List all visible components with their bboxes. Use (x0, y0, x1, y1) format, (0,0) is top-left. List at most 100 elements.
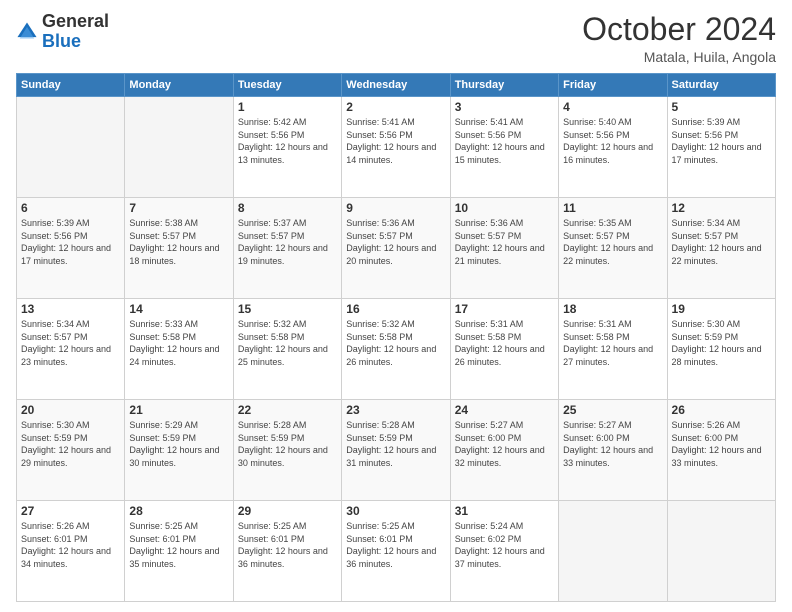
day-number: 6 (21, 201, 120, 215)
table-row (125, 97, 233, 198)
day-info: Sunrise: 5:26 AM Sunset: 6:00 PM Dayligh… (672, 419, 771, 469)
table-row: 6 Sunrise: 5:39 AM Sunset: 5:56 PM Daylig… (17, 198, 125, 299)
day-number: 1 (238, 100, 337, 114)
day-info: Sunrise: 5:26 AM Sunset: 6:01 PM Dayligh… (21, 520, 120, 570)
table-row: 16 Sunrise: 5:32 AM Sunset: 5:58 PM Dayli… (342, 299, 450, 400)
day-info: Sunrise: 5:32 AM Sunset: 5:58 PM Dayligh… (346, 318, 445, 368)
day-info: Sunrise: 5:41 AM Sunset: 5:56 PM Dayligh… (346, 116, 445, 166)
table-row: 8Sunrise: 5:37 AM Sunset: 5:57 PM Daylig… (233, 198, 341, 299)
day-number: 15 (238, 302, 337, 316)
table-row: 14Sunrise: 5:33 AM Sunset: 5:58 PM Dayli… (125, 299, 233, 400)
calendar-week-4: 20 Sunrise: 5:30 AM Sunset: 5:59 PM Dayli… (17, 400, 776, 501)
day-info: Sunrise: 5:27 AM Sunset: 6:00 PM Dayligh… (563, 419, 662, 469)
table-row: 25 Sunrise: 5:27 AM Sunset: 6:00 PM Dayli… (559, 400, 667, 501)
day-info: Sunrise: 5:24 AM Sunset: 6:02 PM Dayligh… (455, 520, 554, 570)
col-sunday: Sunday (17, 74, 125, 97)
subtitle: Matala, Huila, Angola (582, 49, 776, 65)
day-number: 30 (346, 504, 445, 518)
table-row: 2Sunrise: 5:41 AM Sunset: 5:56 PM Daylig… (342, 97, 450, 198)
day-info: Sunrise: 5:34 AM Sunset: 5:57 PM Dayligh… (672, 217, 771, 267)
table-row: 4Sunrise: 5:40 AM Sunset: 5:56 PM Daylig… (559, 97, 667, 198)
day-number: 24 (455, 403, 554, 417)
page: General Blue October 2024 Matala, Huila,… (0, 0, 792, 612)
day-number: 13 (21, 302, 120, 316)
day-info: Sunrise: 5:42 AM Sunset: 5:56 PM Dayligh… (238, 116, 337, 166)
table-row: 5Sunrise: 5:39 AM Sunset: 5:56 PM Daylig… (667, 97, 775, 198)
day-number: 25 (563, 403, 662, 417)
day-info: Sunrise: 5:33 AM Sunset: 5:58 PM Dayligh… (129, 318, 228, 368)
table-row: 30Sunrise: 5:25 AM Sunset: 6:01 PM Dayli… (342, 501, 450, 602)
day-number: 28 (129, 504, 228, 518)
table-row: 22Sunrise: 5:28 AM Sunset: 5:59 PM Dayli… (233, 400, 341, 501)
table-row: 13 Sunrise: 5:34 AM Sunset: 5:57 PM Dayli… (17, 299, 125, 400)
table-row: 10 Sunrise: 5:36 AM Sunset: 5:57 PM Dayli… (450, 198, 558, 299)
table-row: 27 Sunrise: 5:26 AM Sunset: 6:01 PM Dayli… (17, 501, 125, 602)
logo-text: General Blue (42, 12, 109, 52)
day-number: 17 (455, 302, 554, 316)
calendar-week-2: 6 Sunrise: 5:39 AM Sunset: 5:56 PM Daylig… (17, 198, 776, 299)
day-info: Sunrise: 5:30 AM Sunset: 5:59 PM Dayligh… (21, 419, 120, 469)
table-row: 24Sunrise: 5:27 AM Sunset: 6:00 PM Dayli… (450, 400, 558, 501)
title-block: October 2024 Matala, Huila, Angola (582, 12, 776, 65)
day-number: 26 (672, 403, 771, 417)
day-info: Sunrise: 5:31 AM Sunset: 5:58 PM Dayligh… (563, 318, 662, 368)
table-row (559, 501, 667, 602)
day-number: 21 (129, 403, 228, 417)
day-info: Sunrise: 5:35 AM Sunset: 5:57 PM Dayligh… (563, 217, 662, 267)
day-number: 20 (21, 403, 120, 417)
day-number: 18 (563, 302, 662, 316)
day-info: Sunrise: 5:34 AM Sunset: 5:57 PM Dayligh… (21, 318, 120, 368)
calendar-header-row: Sunday Monday Tuesday Wednesday Thursday… (17, 74, 776, 97)
table-row: 11 Sunrise: 5:35 AM Sunset: 5:57 PM Dayli… (559, 198, 667, 299)
day-number: 12 (672, 201, 771, 215)
day-info: Sunrise: 5:28 AM Sunset: 5:59 PM Dayligh… (238, 419, 337, 469)
table-row: 19 Sunrise: 5:30 AM Sunset: 5:59 PM Dayli… (667, 299, 775, 400)
day-info: Sunrise: 5:31 AM Sunset: 5:58 PM Dayligh… (455, 318, 554, 368)
calendar-table: Sunday Monday Tuesday Wednesday Thursday… (16, 73, 776, 602)
day-number: 10 (455, 201, 554, 215)
month-title: October 2024 (582, 12, 776, 47)
logo-general: General (42, 11, 109, 31)
day-number: 27 (21, 504, 120, 518)
col-wednesday: Wednesday (342, 74, 450, 97)
day-number: 7 (129, 201, 228, 215)
table-row: 23Sunrise: 5:28 AM Sunset: 5:59 PM Dayli… (342, 400, 450, 501)
table-row: 12 Sunrise: 5:34 AM Sunset: 5:57 PM Dayli… (667, 198, 775, 299)
col-saturday: Saturday (667, 74, 775, 97)
table-row: 21Sunrise: 5:29 AM Sunset: 5:59 PM Dayli… (125, 400, 233, 501)
day-info: Sunrise: 5:39 AM Sunset: 5:56 PM Dayligh… (21, 217, 120, 267)
day-info: Sunrise: 5:40 AM Sunset: 5:56 PM Dayligh… (563, 116, 662, 166)
table-row: 18 Sunrise: 5:31 AM Sunset: 5:58 PM Dayli… (559, 299, 667, 400)
day-number: 3 (455, 100, 554, 114)
col-thursday: Thursday (450, 74, 558, 97)
day-info: Sunrise: 5:39 AM Sunset: 5:56 PM Dayligh… (672, 116, 771, 166)
day-info: Sunrise: 5:38 AM Sunset: 5:57 PM Dayligh… (129, 217, 228, 267)
table-row: 15 Sunrise: 5:32 AM Sunset: 5:58 PM Dayli… (233, 299, 341, 400)
table-row (17, 97, 125, 198)
logo-blue: Blue (42, 31, 81, 51)
logo-icon (16, 21, 38, 43)
day-number: 8 (238, 201, 337, 215)
calendar-week-1: 1 Sunrise: 5:42 AM Sunset: 5:56 PM Daylig… (17, 97, 776, 198)
col-monday: Monday (125, 74, 233, 97)
table-row: 28Sunrise: 5:25 AM Sunset: 6:01 PM Dayli… (125, 501, 233, 602)
table-row (667, 501, 775, 602)
header: General Blue October 2024 Matala, Huila,… (16, 12, 776, 65)
day-info: Sunrise: 5:30 AM Sunset: 5:59 PM Dayligh… (672, 318, 771, 368)
day-number: 11 (563, 201, 662, 215)
day-number: 19 (672, 302, 771, 316)
day-number: 9 (346, 201, 445, 215)
day-info: Sunrise: 5:36 AM Sunset: 5:57 PM Dayligh… (346, 217, 445, 267)
logo: General Blue (16, 12, 109, 52)
calendar-week-3: 13 Sunrise: 5:34 AM Sunset: 5:57 PM Dayli… (17, 299, 776, 400)
col-tuesday: Tuesday (233, 74, 341, 97)
table-row: 29Sunrise: 5:25 AM Sunset: 6:01 PM Dayli… (233, 501, 341, 602)
table-row: 9 Sunrise: 5:36 AM Sunset: 5:57 PM Daylig… (342, 198, 450, 299)
day-info: Sunrise: 5:28 AM Sunset: 5:59 PM Dayligh… (346, 419, 445, 469)
day-info: Sunrise: 5:36 AM Sunset: 5:57 PM Dayligh… (455, 217, 554, 267)
table-row: 1 Sunrise: 5:42 AM Sunset: 5:56 PM Daylig… (233, 97, 341, 198)
day-number: 16 (346, 302, 445, 316)
table-row: 20 Sunrise: 5:30 AM Sunset: 5:59 PM Dayli… (17, 400, 125, 501)
day-info: Sunrise: 5:41 AM Sunset: 5:56 PM Dayligh… (455, 116, 554, 166)
day-info: Sunrise: 5:32 AM Sunset: 5:58 PM Dayligh… (238, 318, 337, 368)
